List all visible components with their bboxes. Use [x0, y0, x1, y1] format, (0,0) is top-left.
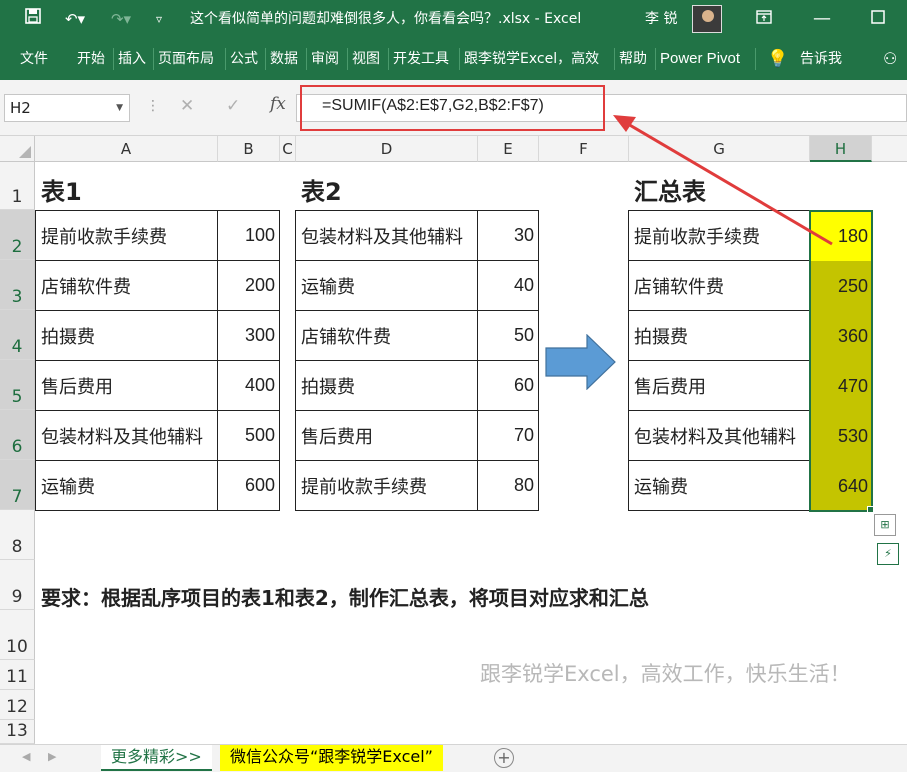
prev-sheet-icon[interactable]: ◀	[22, 750, 30, 763]
sheet-tab-bar: ◀ ▶ 更多精彩>> 微信公众号“跟李锐学Excel” +	[0, 744, 907, 772]
callout-arrow	[613, 115, 833, 246]
sheet-tab-wechat[interactable]: 微信公众号“跟李锐学Excel”	[220, 745, 443, 771]
sheet-tab-more[interactable]: 更多精彩>>	[101, 745, 212, 771]
add-sheet-button[interactable]: +	[494, 748, 514, 768]
next-sheet-icon[interactable]: ▶	[48, 750, 56, 763]
